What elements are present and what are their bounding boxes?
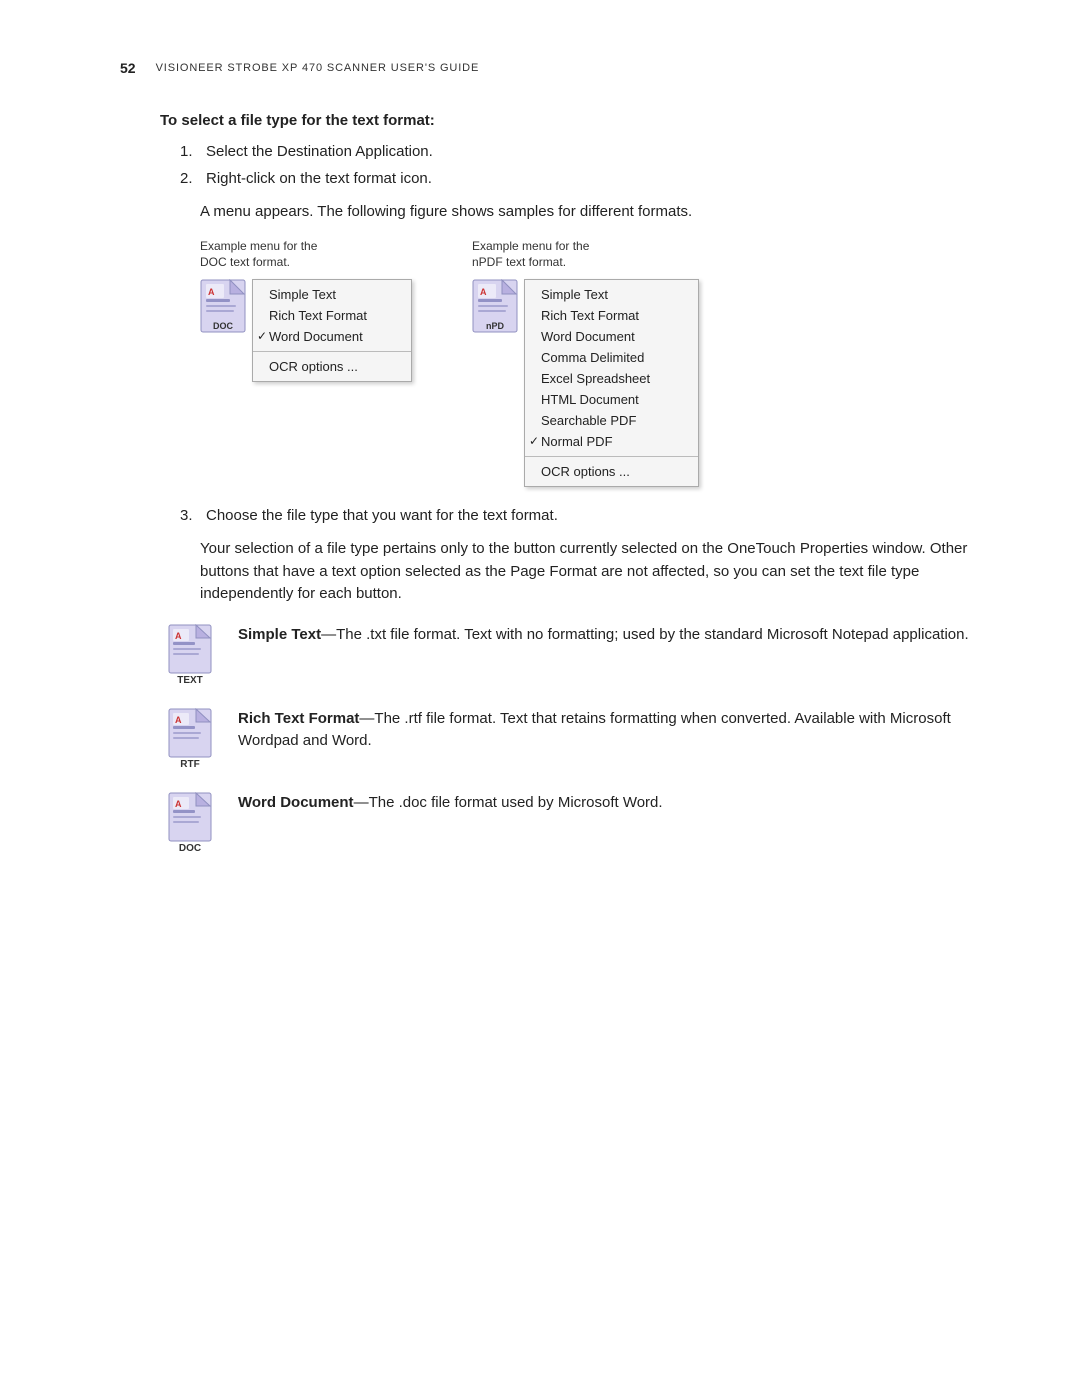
figure-left: Example menu for the DOC text format. bbox=[200, 238, 412, 383]
svg-text:A: A bbox=[175, 715, 182, 725]
svg-text:DOC: DOC bbox=[213, 321, 234, 331]
text-icon-label: TEXT bbox=[177, 675, 203, 686]
menu-item-ocr-left[interactable]: OCR options ... bbox=[253, 356, 411, 377]
intro-text: A menu appears. The following figure sho… bbox=[200, 201, 1000, 224]
step-3: 3. Choose the file type that you want fo… bbox=[180, 507, 1000, 524]
menu-item-rtf-right[interactable]: Rich Text Format bbox=[525, 305, 698, 326]
selection-note-block: Your selection of a file type pertains o… bbox=[200, 538, 1000, 606]
figure-right-icon-area: A nPD Simple Text Rich Text Format Word … bbox=[472, 279, 699, 487]
menu-item-html-right[interactable]: HTML Document bbox=[525, 389, 698, 410]
svg-text:A: A bbox=[175, 799, 182, 809]
page-header: 52 Visioneer Strobe XP 470 Scanner User'… bbox=[120, 60, 1000, 76]
doc-icon-left: A DOC bbox=[200, 279, 246, 333]
page-title: Visioneer Strobe XP 470 Scanner User's G… bbox=[156, 62, 480, 74]
figure-left-icon-area: A DOC Simple Text Rich Text Format Word … bbox=[200, 279, 412, 382]
desc-rest-doc: —The .doc file format used by Microsoft … bbox=[354, 794, 663, 811]
menu-item-ocr-right[interactable]: OCR options ... bbox=[525, 461, 698, 482]
rtf-icon-label: RTF bbox=[180, 759, 199, 770]
menu-item-searchable-right[interactable]: Searchable PDF bbox=[525, 410, 698, 431]
doc-icon-wrapper-left: A DOC bbox=[200, 279, 248, 333]
context-menu-right: Simple Text Rich Text Format Word Docume… bbox=[524, 279, 699, 487]
bold-label-doc: Word Document bbox=[238, 794, 354, 811]
menu-item-excel-right[interactable]: Excel Spreadsheet bbox=[525, 368, 698, 389]
svg-text:A: A bbox=[480, 287, 487, 297]
word-doc-icon: A bbox=[168, 792, 212, 842]
menu-item-simple-text-left[interactable]: Simple Text bbox=[253, 284, 411, 305]
svg-text:nPD: nPD bbox=[486, 321, 505, 331]
indent-block: A menu appears. The following figure sho… bbox=[200, 201, 1000, 487]
svg-text:A: A bbox=[175, 631, 182, 641]
menu-item-rtf-left[interactable]: Rich Text Format bbox=[253, 305, 411, 326]
menu-item-word-right[interactable]: Word Document bbox=[525, 326, 698, 347]
desc-item-text: A TEXT Simple Text—The .txt file format.… bbox=[160, 624, 1000, 686]
step-1: 1. Select the Destination Application. bbox=[180, 143, 1000, 160]
page-number: 52 bbox=[120, 60, 136, 76]
section-heading: To select a file type for the text forma… bbox=[160, 112, 1000, 129]
doc-icon-right: A nPD bbox=[472, 279, 518, 333]
rtf-icon: A bbox=[168, 708, 212, 758]
menu-item-simple-text-right[interactable]: Simple Text bbox=[525, 284, 698, 305]
figure-left-caption: Example menu for the DOC text format. bbox=[200, 238, 317, 272]
selection-note: Your selection of a file type pertains o… bbox=[200, 538, 1000, 606]
desc-item-doc: A DOC Word Document—The .doc file format… bbox=[160, 792, 1000, 854]
desc-item-rtf: A RTF Rich Text Format—The .rtf file for… bbox=[160, 708, 1000, 770]
desc-icon-col-text: A TEXT bbox=[160, 624, 220, 686]
desc-rest-simple: —The .txt file format. Text with no form… bbox=[321, 626, 969, 643]
menu-item-normal-pdf-right[interactable]: Normal PDF bbox=[525, 431, 698, 452]
figure-right: Example menu for the nPDF text format. bbox=[472, 238, 699, 488]
steps-list: 1. Select the Destination Application. 2… bbox=[180, 143, 1000, 187]
desc-text-doc: Word Document—The .doc file format used … bbox=[238, 792, 1000, 815]
desc-text-rtf: Rich Text Format—The .rtf file format. T… bbox=[238, 708, 1000, 753]
svg-text:A: A bbox=[208, 287, 215, 297]
bold-label-simple: Simple Text bbox=[238, 626, 321, 643]
menu-divider-left bbox=[253, 351, 411, 352]
figures-row: Example menu for the DOC text format. bbox=[200, 238, 1000, 488]
doc-icon-wrapper-right: A nPD bbox=[472, 279, 520, 333]
step3-list: 3. Choose the file type that you want fo… bbox=[180, 507, 1000, 524]
doc-icon-label: DOC bbox=[179, 843, 201, 854]
page: 52 Visioneer Strobe XP 470 Scanner User'… bbox=[0, 0, 1080, 1397]
description-block: A TEXT Simple Text—The .txt file format.… bbox=[160, 624, 1000, 854]
context-menu-left: Simple Text Rich Text Format Word Docume… bbox=[252, 279, 412, 382]
desc-text-simple: Simple Text—The .txt file format. Text w… bbox=[238, 624, 1000, 647]
desc-icon-col-rtf: A RTF bbox=[160, 708, 220, 770]
main-content: To select a file type for the text forma… bbox=[160, 112, 1000, 854]
text-icon: A bbox=[168, 624, 212, 674]
desc-icon-col-doc: A DOC bbox=[160, 792, 220, 854]
step-2: 2. Right-click on the text format icon. bbox=[180, 170, 1000, 187]
bold-label-rtf: Rich Text Format bbox=[238, 710, 359, 727]
menu-item-word-left[interactable]: Word Document bbox=[253, 326, 411, 347]
menu-item-comma-right[interactable]: Comma Delimited bbox=[525, 347, 698, 368]
figure-right-caption: Example menu for the nPDF text format. bbox=[472, 238, 589, 272]
menu-divider-right bbox=[525, 456, 698, 457]
